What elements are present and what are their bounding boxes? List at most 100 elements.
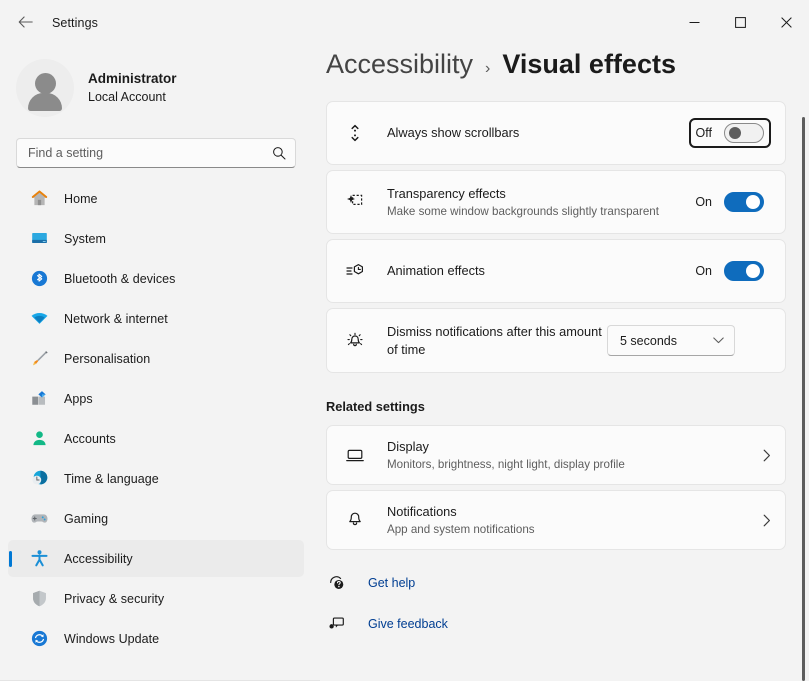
sidebar-item-label: Privacy & security	[64, 591, 165, 606]
transparency-effects-toggle[interactable]: On	[688, 187, 771, 217]
chevron-right-icon	[763, 449, 771, 462]
sidebar-item-label: Accounts	[64, 431, 116, 446]
settings-window: Settings Administrator Local Account Fin…	[0, 0, 809, 681]
setting-title: Transparency effects	[387, 185, 506, 201]
account-name: Administrator	[88, 70, 177, 86]
animation-effects-toggle[interactable]: On	[688, 256, 771, 286]
always-show-scrollbars-toggle[interactable]: Off	[688, 118, 771, 148]
sidebar-item-label: Time & language	[64, 471, 159, 486]
settings-cards: Always show scrollbars Off Transparency …	[326, 101, 809, 373]
help-icon	[326, 574, 348, 592]
sidebar-item-bluetooth-devices[interactable]: Bluetooth & devices	[8, 260, 304, 297]
setting-text: Transparency effects Make some window ba…	[387, 185, 688, 220]
close-button[interactable]	[763, 0, 809, 45]
sidebar-item-privacy-security[interactable]: Privacy & security	[8, 580, 304, 617]
bell-alert-icon	[343, 331, 367, 351]
sidebar: Administrator Local Account Find a setti…	[0, 45, 320, 681]
sidebar-item-accessibility[interactable]: Accessibility	[8, 540, 304, 577]
shield-icon	[28, 588, 50, 610]
sparkle-dashed-icon	[343, 192, 367, 212]
setting-control: On	[688, 256, 771, 286]
related-item-notifications[interactable]: Notifications App and system notificatio…	[326, 490, 786, 550]
sidebar-nav: Home System Bluetooth & devices Network …	[0, 180, 304, 657]
sidebar-item-network-internet[interactable]: Network & internet	[8, 300, 304, 337]
accessibility-icon	[28, 548, 50, 570]
setting-text: Animation effects	[387, 262, 688, 279]
sidebar-item-label: Personalisation	[64, 351, 151, 366]
give-feedback-label: Give feedback	[368, 617, 448, 631]
setting-title: Always show scrollbars	[387, 125, 520, 141]
breadcrumb: Accessibility › Visual effects	[326, 49, 809, 80]
toggle-state-label: Off	[695, 126, 712, 140]
window-title: Settings	[52, 15, 98, 30]
setting-row-animation-effects[interactable]: Animation effects On	[326, 239, 786, 303]
setting-text: Dismiss notifications after this amount …	[387, 323, 607, 358]
clock-icon	[28, 468, 50, 490]
get-help-link[interactable]: Get help	[326, 569, 526, 597]
account-subtitle: Local Account	[88, 89, 166, 104]
breadcrumb-separator: ›	[485, 60, 491, 77]
toggle-switch	[724, 192, 764, 212]
bell-icon	[343, 510, 367, 530]
dropdown-value: 5 seconds	[620, 333, 677, 348]
maximize-button[interactable]	[717, 0, 763, 45]
minimize-icon	[689, 22, 699, 23]
toggle-state-label: On	[695, 195, 712, 209]
system-icon	[28, 228, 50, 250]
give-feedback-link[interactable]: Give feedback	[326, 610, 526, 638]
setting-title: Dismiss notifications after this amount …	[387, 324, 602, 357]
apps-icon	[28, 388, 50, 410]
sidebar-item-label: Bluetooth & devices	[64, 271, 176, 286]
title-bar: Settings	[0, 0, 809, 45]
setting-row-dismiss-notifications[interactable]: Dismiss notifications after this amount …	[326, 308, 786, 373]
window-body: Administrator Local Account Find a setti…	[0, 45, 809, 681]
related-subtitle: Monitors, brightness, night light, displ…	[387, 457, 625, 471]
sidebar-item-label: Windows Update	[64, 631, 160, 646]
search-box[interactable]	[16, 138, 296, 168]
sidebar-item-label: System	[64, 231, 106, 246]
setting-subtitle: Make some window backgrounds slightly tr…	[387, 204, 659, 218]
sidebar-item-label: Apps	[64, 391, 93, 406]
chevron-down-icon	[713, 337, 724, 344]
sidebar-item-label: Home	[64, 191, 98, 206]
account-summary[interactable]: Administrator Local Account	[16, 56, 304, 120]
animation-icon	[343, 261, 367, 281]
related-text: Display Monitors, brightness, night ligh…	[387, 438, 763, 473]
close-icon	[780, 17, 792, 28]
setting-title: Animation effects	[387, 263, 485, 279]
monitor-icon	[343, 445, 367, 465]
back-button[interactable]	[8, 8, 42, 38]
setting-row-always-show-scrollbars[interactable]: Always show scrollbars Off	[326, 101, 786, 165]
sidebar-item-label: Network & internet	[64, 311, 168, 326]
sidebar-item-system[interactable]: System	[8, 220, 304, 257]
sidebar-item-windows-update[interactable]: Windows Update	[8, 620, 304, 657]
network-icon	[28, 308, 50, 330]
toggle-switch	[724, 123, 764, 143]
related-item-display[interactable]: Display Monitors, brightness, night ligh…	[326, 425, 786, 485]
sidebar-item-home[interactable]: Home	[8, 180, 304, 217]
breadcrumb-parent[interactable]: Accessibility	[326, 49, 473, 80]
sidebar-item-apps[interactable]: Apps	[8, 380, 304, 417]
setting-control: On	[688, 187, 771, 217]
related-settings-heading: Related settings	[326, 399, 425, 414]
setting-row-transparency-effects[interactable]: Transparency effects Make some window ba…	[326, 170, 786, 234]
search-input[interactable]	[28, 146, 272, 160]
dismiss-timeout-dropdown[interactable]: 5 seconds	[607, 325, 735, 356]
main-scrollbar[interactable]	[802, 117, 805, 681]
sidebar-item-time-language[interactable]: Time & language	[8, 460, 304, 497]
related-title: Notifications	[387, 503, 457, 519]
person-avatar-icon	[16, 59, 74, 117]
setting-control: Off	[688, 118, 771, 148]
setting-control: 5 seconds	[607, 325, 735, 356]
arrow-left-icon	[18, 16, 33, 28]
related-title: Display	[387, 438, 429, 454]
setting-text: Always show scrollbars	[387, 124, 689, 141]
sidebar-item-accounts[interactable]: Accounts	[8, 420, 304, 457]
get-help-label: Get help	[368, 576, 416, 590]
sidebar-item-personalisation[interactable]: Personalisation	[8, 340, 304, 377]
minimize-button[interactable]	[671, 0, 717, 45]
toggle-state-label: On	[695, 264, 712, 278]
update-icon	[28, 628, 50, 650]
maximize-icon	[734, 17, 746, 28]
sidebar-item-gaming[interactable]: Gaming	[8, 500, 304, 537]
